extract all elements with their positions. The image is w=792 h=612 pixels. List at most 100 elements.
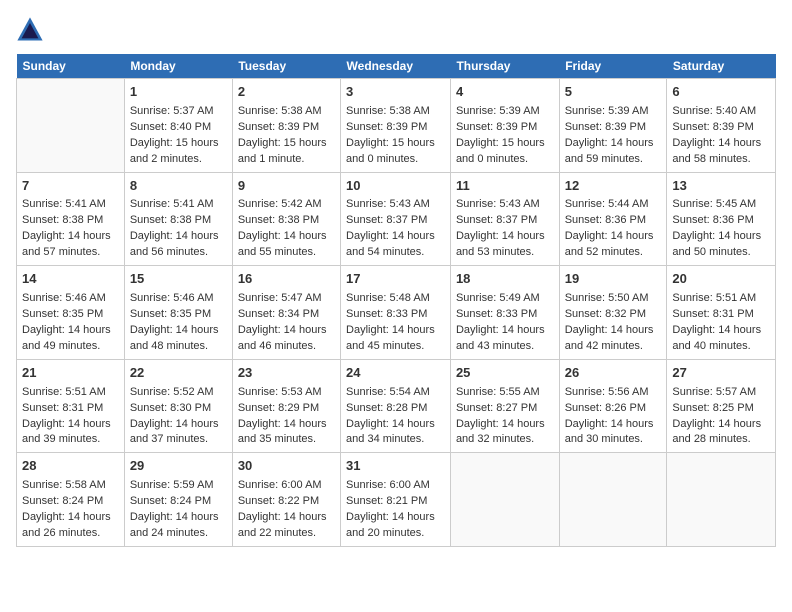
day-number: 18 xyxy=(456,270,554,289)
sunset: Sunset: 8:33 PM xyxy=(346,308,427,320)
sunset: Sunset: 8:36 PM xyxy=(565,214,646,226)
sunset: Sunset: 8:26 PM xyxy=(565,402,646,414)
day-number: 15 xyxy=(130,270,227,289)
day-number: 29 xyxy=(130,457,227,476)
calendar-cell: 31Sunrise: 6:00 AMSunset: 8:21 PMDayligh… xyxy=(341,453,451,547)
page-header xyxy=(16,16,776,44)
daylight: Daylight: 14 hours and 58 minutes. xyxy=(672,137,761,165)
calendar-cell: 3 Sunrise: 5:38 AM Sunset: 8:39 PM Daylight… xyxy=(341,79,451,173)
daylight: Daylight: 14 hours and 57 minutes. xyxy=(22,230,111,258)
sunrise: Sunrise: 5:54 AM xyxy=(346,386,430,398)
calendar-cell: 29Sunrise: 5:59 AMSunset: 8:24 PMDayligh… xyxy=(124,453,232,547)
sunrise: Sunrise: 5:53 AM xyxy=(238,386,322,398)
sunrise: Sunrise: 5:41 AM xyxy=(130,198,214,210)
column-header-sunday: Sunday xyxy=(17,54,125,79)
day-number: 2 xyxy=(238,83,335,102)
sunset: Sunset: 8:39 PM xyxy=(346,121,427,133)
day-number: 3 xyxy=(346,83,445,102)
day-number: 28 xyxy=(22,457,119,476)
week-row-1: 1Sunrise: 5:37 AMSunset: 8:40 PMDaylight… xyxy=(17,79,776,173)
daylight: Daylight: 14 hours and 40 minutes. xyxy=(672,324,761,352)
calendar-cell: 16Sunrise: 5:47 AMSunset: 8:34 PMDayligh… xyxy=(232,266,340,360)
sunrise: Sunrise: 5:47 AM xyxy=(238,292,322,304)
calendar-cell: 1Sunrise: 5:37 AMSunset: 8:40 PMDaylight… xyxy=(124,79,232,173)
sunrise: Sunrise: 5:38 AM xyxy=(238,105,322,117)
sunset: Sunset: 8:22 PM xyxy=(238,495,319,507)
sunrise: Sunrise: 5:48 AM xyxy=(346,292,430,304)
sunset: Sunset: 8:24 PM xyxy=(22,495,103,507)
sunrise: Sunrise: 5:46 AM xyxy=(22,292,106,304)
day-number: 9 xyxy=(238,177,335,196)
sunrise: Sunrise: 5:39 AM xyxy=(456,105,540,117)
sunset: Sunset: 8:29 PM xyxy=(238,402,319,414)
sunrise: Sunrise: 5:42 AM xyxy=(238,198,322,210)
calendar-cell xyxy=(17,79,125,173)
week-row-4: 21Sunrise: 5:51 AMSunset: 8:31 PMDayligh… xyxy=(17,359,776,453)
day-number: 30 xyxy=(238,457,335,476)
sunrise: Sunrise: 5:45 AM xyxy=(672,198,756,210)
sunset: Sunset: 8:37 PM xyxy=(346,214,427,226)
calendar-cell: 8Sunrise: 5:41 AMSunset: 8:38 PMDaylight… xyxy=(124,172,232,266)
day-number: 23 xyxy=(238,364,335,383)
calendar-cell: 21Sunrise: 5:51 AMSunset: 8:31 PMDayligh… xyxy=(17,359,125,453)
sunset: Sunset: 8:38 PM xyxy=(22,214,103,226)
daylight: Daylight: 14 hours and 59 minutes. xyxy=(565,137,654,165)
daylight: Daylight: 14 hours and 52 minutes. xyxy=(565,230,654,258)
daylight: Daylight: 14 hours and 37 minutes. xyxy=(130,418,219,446)
daylight: Daylight: 14 hours and 34 minutes. xyxy=(346,418,435,446)
sunrise: Sunrise: 5:38 AM xyxy=(346,105,430,117)
daylight: Daylight: 15 hours and 0 minutes. xyxy=(456,137,545,165)
day-number: 25 xyxy=(456,364,554,383)
daylight: Daylight: 14 hours and 54 minutes. xyxy=(346,230,435,258)
sunset: Sunset: 8:27 PM xyxy=(456,402,537,414)
calendar-cell: 5Sunrise: 5:39 AMSunset: 8:39 PMDaylight… xyxy=(559,79,667,173)
header-row: SundayMondayTuesdayWednesdayThursdayFrid… xyxy=(17,54,776,79)
sunset: Sunset: 8:37 PM xyxy=(456,214,537,226)
day-number: 17 xyxy=(346,270,445,289)
sunrise: Sunrise: 5:59 AM xyxy=(130,479,214,491)
calendar-cell: 24Sunrise: 5:54 AMSunset: 8:28 PMDayligh… xyxy=(341,359,451,453)
calendar-cell: 23Sunrise: 5:53 AMSunset: 8:29 PMDayligh… xyxy=(232,359,340,453)
daylight: Daylight: 14 hours and 30 minutes. xyxy=(565,418,654,446)
sunset: Sunset: 8:31 PM xyxy=(22,402,103,414)
sunset: Sunset: 8:31 PM xyxy=(672,308,753,320)
calendar-cell: 20Sunrise: 5:51 AMSunset: 8:31 PMDayligh… xyxy=(667,266,776,360)
sunrise: Sunrise: 6:00 AM xyxy=(238,479,322,491)
day-number: 26 xyxy=(565,364,662,383)
daylight: Daylight: 15 hours and 0 minutes. xyxy=(346,137,435,165)
day-number: 19 xyxy=(565,270,662,289)
daylight: Daylight: 15 hours and 2 minutes. xyxy=(130,137,219,165)
calendar-header: SundayMondayTuesdayWednesdayThursdayFrid… xyxy=(17,54,776,79)
sunrise: Sunrise: 5:49 AM xyxy=(456,292,540,304)
sunrise: Sunrise: 5:40 AM xyxy=(672,105,756,117)
sunrise: Sunrise: 5:39 AM xyxy=(565,105,649,117)
sunrise: Sunrise: 5:52 AM xyxy=(130,386,214,398)
sunrise: Sunrise: 6:00 AM xyxy=(346,479,430,491)
calendar-cell: 15Sunrise: 5:46 AMSunset: 8:35 PMDayligh… xyxy=(124,266,232,360)
sunset: Sunset: 8:35 PM xyxy=(130,308,211,320)
calendar-cell xyxy=(450,453,559,547)
column-header-friday: Friday xyxy=(559,54,667,79)
week-row-3: 14Sunrise: 5:46 AMSunset: 8:35 PMDayligh… xyxy=(17,266,776,360)
day-number: 16 xyxy=(238,270,335,289)
sunset: Sunset: 8:21 PM xyxy=(346,495,427,507)
daylight: Daylight: 14 hours and 43 minutes. xyxy=(456,324,545,352)
calendar-cell: 2Sunrise: 5:38 AMSunset: 8:39 PMDaylight… xyxy=(232,79,340,173)
logo-icon xyxy=(16,16,44,44)
calendar-cell: 25Sunrise: 5:55 AMSunset: 8:27 PMDayligh… xyxy=(450,359,559,453)
calendar-cell: 27Sunrise: 5:57 AMSunset: 8:25 PMDayligh… xyxy=(667,359,776,453)
sunrise: Sunrise: 5:41 AM xyxy=(22,198,106,210)
day-number: 27 xyxy=(672,364,770,383)
day-number: 22 xyxy=(130,364,227,383)
sunrise: Sunrise: 5:44 AM xyxy=(565,198,649,210)
sunset: Sunset: 8:39 PM xyxy=(238,121,319,133)
column-header-tuesday: Tuesday xyxy=(232,54,340,79)
day-number: 12 xyxy=(565,177,662,196)
calendar-cell: 22Sunrise: 5:52 AMSunset: 8:30 PMDayligh… xyxy=(124,359,232,453)
calendar-cell: 9Sunrise: 5:42 AMSunset: 8:38 PMDaylight… xyxy=(232,172,340,266)
column-header-thursday: Thursday xyxy=(450,54,559,79)
column-header-monday: Monday xyxy=(124,54,232,79)
sunset: Sunset: 8:25 PM xyxy=(672,402,753,414)
day-number: 20 xyxy=(672,270,770,289)
day-number: 21 xyxy=(22,364,119,383)
